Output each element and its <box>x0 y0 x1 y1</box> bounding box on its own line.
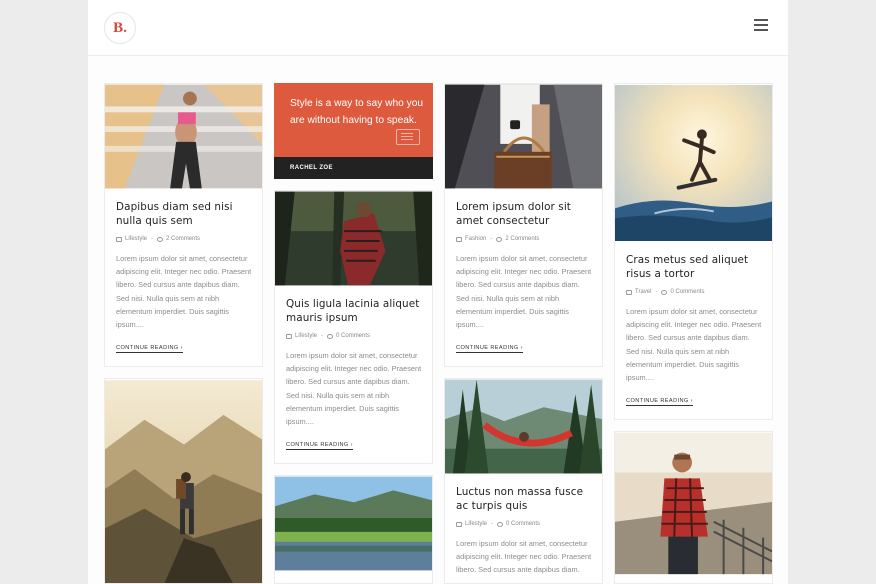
post-excerpt: Lorem ipsum dolor sit amet, consectetur … <box>116 254 252 330</box>
post-meta: Lifestyle - 0 Comments <box>286 333 422 339</box>
post-category[interactable]: Travel <box>635 289 651 295</box>
post-card <box>274 475 433 584</box>
post-excerpt: Lorem ipsum dolor sit amet, consectetur … <box>456 254 592 330</box>
quote-card[interactable]: Style is a way to say who you are withou… <box>274 83 433 179</box>
continue-reading-link[interactable]: CONTINUE READING › <box>456 345 523 354</box>
post-category[interactable]: Lifestyle <box>295 333 317 339</box>
post-meta: Fashion - 2 Comments <box>456 236 592 242</box>
post-image-man[interactable] <box>615 432 772 575</box>
post-meta: Lifestyle - 0 Comments <box>456 521 592 527</box>
post-title[interactable]: Cras metus sed aliquet risus a tortor <box>626 253 762 281</box>
post-category[interactable]: Fashion <box>465 236 486 242</box>
post-card <box>104 378 263 584</box>
continue-reading-link[interactable]: CONTINUE READING › <box>286 442 353 451</box>
post-title[interactable]: Quis ligula lacinia aliquet mauris ipsum <box>286 297 422 325</box>
folder-icon <box>286 333 292 339</box>
folder-icon <box>116 236 122 242</box>
post-title[interactable]: Lorem ipsum dolor sit amet consectetur <box>456 200 592 228</box>
post-excerpt: Lorem ipsum dolor sit amet, consectetur … <box>456 539 592 575</box>
post-image-hammock[interactable] <box>445 379 602 474</box>
post-card: Dapibus diam sed nisi nulla quis sem Lif… <box>104 83 263 367</box>
post-excerpt: Lorem ipsum dolor sit amet, consectetur … <box>626 307 762 383</box>
folder-icon <box>456 521 462 527</box>
post-image-runner[interactable] <box>105 84 262 189</box>
post-meta: Travel - 0 Comments <box>626 289 762 295</box>
post-card: Lorem ipsum dolor sit amet consectetur F… <box>444 83 603 367</box>
post-image-lake[interactable] <box>275 476 432 571</box>
post-comments[interactable]: 2 Comments <box>166 236 200 242</box>
post-comments[interactable]: 0 Comments <box>336 333 370 339</box>
post-title[interactable]: Luctus non massa fusce ac turpis quis <box>456 485 592 513</box>
post-image-handbag[interactable] <box>445 84 602 189</box>
quote-author: RACHEL ZOE <box>274 157 433 179</box>
post-excerpt: Lorem ipsum dolor sit amet, consectetur … <box>286 351 422 427</box>
hamburger-icon[interactable] <box>754 19 768 33</box>
folder-icon <box>456 236 462 242</box>
quote-background: Style is a way to say who you are withou… <box>274 83 433 157</box>
continue-reading-link[interactable]: CONTINUE READING › <box>626 398 693 407</box>
post-comments[interactable]: 0 Comments <box>670 289 704 295</box>
site-header: B. <box>88 0 788 56</box>
comment-icon <box>497 521 504 527</box>
comment-icon <box>157 236 164 242</box>
comment-icon <box>661 289 668 295</box>
speech-bubble-icon <box>396 129 420 145</box>
quote-text: Style is a way to say who you are withou… <box>290 98 424 127</box>
post-image-forest[interactable] <box>275 191 432 286</box>
post-category[interactable]: Lifestyle <box>465 521 487 527</box>
post-image-surfer[interactable] <box>615 84 772 242</box>
post-comments[interactable]: 2 Comments <box>505 236 539 242</box>
page: B. Dapibus diam sed nisi nulla quis sem … <box>88 0 788 584</box>
post-card <box>614 431 773 584</box>
post-card: Quis ligula lacinia aliquet mauris ipsum… <box>274 190 433 464</box>
post-card: Cras metus sed aliquet risus a tortor Tr… <box>614 83 773 420</box>
comment-icon <box>327 333 334 339</box>
continue-reading-link[interactable]: CONTINUE READING › <box>116 345 183 354</box>
post-image-hiker[interactable] <box>105 379 262 584</box>
post-title[interactable]: Dapibus diam sed nisi nulla quis sem <box>116 200 252 228</box>
comment-icon <box>496 236 503 242</box>
post-card: Luctus non massa fusce ac turpis quis Li… <box>444 378 603 584</box>
post-category[interactable]: Lifestyle <box>125 236 147 242</box>
site-logo[interactable]: B. <box>104 12 136 44</box>
post-comments[interactable]: 0 Comments <box>506 521 540 527</box>
post-meta: Lifestyle - 2 Comments <box>116 236 252 242</box>
folder-icon <box>626 289 632 295</box>
